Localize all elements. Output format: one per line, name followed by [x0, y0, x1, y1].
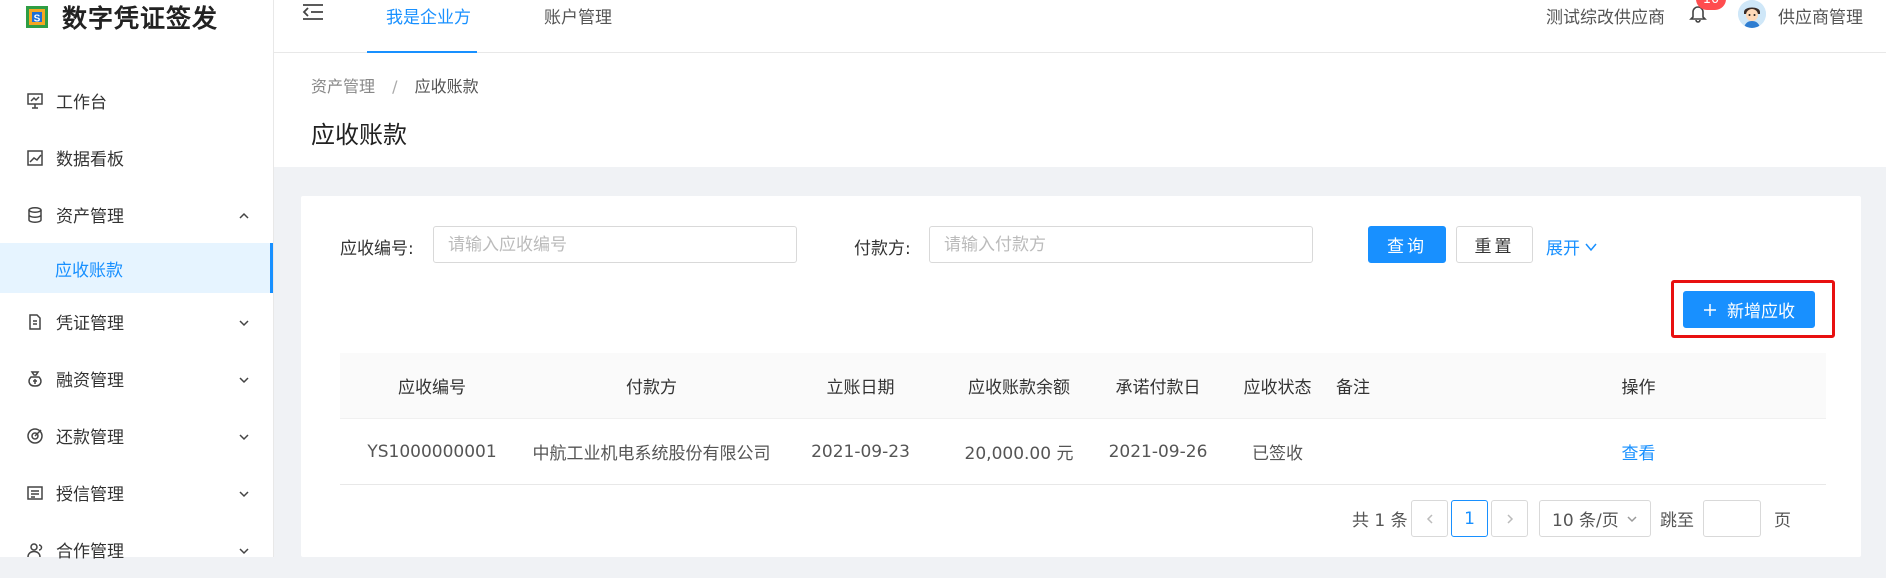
- cell-code: YS1000000001: [340, 418, 524, 485]
- page-suffix: 页: [1774, 511, 1791, 531]
- chevron-down-icon: [237, 543, 251, 557]
- sidebar-item-label: 数据看板: [56, 150, 124, 170]
- chevron-down-icon: [237, 486, 251, 500]
- page-1-button[interactable]: 1: [1451, 500, 1488, 537]
- sidebar-item-label: 融资管理: [56, 371, 124, 391]
- sidebar-item-workbench[interactable]: 工作台: [0, 72, 273, 129]
- receivables-table: 应收编号 付款方 立账日期 应收账款余额 承诺付款日 应收状态 备注 操作 YS…: [340, 353, 1826, 485]
- code-input[interactable]: [433, 226, 797, 263]
- jump-page-input[interactable]: [1703, 500, 1761, 537]
- money-bag-icon: [26, 370, 44, 388]
- content-card: 应收编号: 付款方: 查询 重置 展开 新增应收 应收编号 付款方 立账日期 应…: [301, 196, 1861, 557]
- sidebar-item-assets[interactable]: 资产管理: [0, 186, 273, 243]
- prev-page-button[interactable]: [1411, 500, 1448, 537]
- column-header: 操作: [1451, 353, 1826, 419]
- page-size-value: 10 条/页: [1552, 511, 1619, 531]
- column-header: 应收账款余额: [942, 353, 1096, 419]
- total-count: 共 1 条: [1352, 511, 1408, 531]
- expand-label: 展开: [1546, 239, 1580, 259]
- chevron-down-icon: [1627, 515, 1637, 522]
- target-icon: [26, 427, 44, 445]
- page-size-select[interactable]: 10 条/页: [1539, 500, 1651, 537]
- credit-icon: [26, 484, 44, 502]
- chevron-right-icon: [1506, 513, 1513, 524]
- cell-date: 2021-09-23: [779, 418, 942, 485]
- jump-label: 跳至: [1660, 511, 1694, 531]
- users-icon: [26, 541, 44, 559]
- sidebar-item-label: 还款管理: [56, 428, 124, 448]
- column-header: 备注: [1335, 353, 1451, 419]
- chevron-left-icon: [1426, 513, 1433, 524]
- chevron-down-icon: [237, 429, 251, 443]
- table-header-row: 应收编号 付款方 立账日期 应收账款余额 承诺付款日 应收状态 备注 操作: [340, 353, 1826, 419]
- database-icon: [26, 206, 44, 224]
- sidebar-item-credit[interactable]: 授信管理: [0, 464, 273, 521]
- cell-payer: 中航工业机电系统股份有限公司: [524, 418, 779, 485]
- view-link[interactable]: 查看: [1622, 444, 1656, 464]
- page-header: 资产管理 / 应收账款 应收账款: [274, 53, 1886, 167]
- sidebar-item-label: 凭证管理: [56, 314, 124, 334]
- sidebar-item-label: 工作台: [56, 93, 107, 113]
- document-icon: [26, 313, 44, 331]
- plus-icon: [1704, 303, 1716, 316]
- breadcrumb: 资产管理 / 应收账款: [311, 73, 479, 97]
- add-receivable-button[interactable]: 新增应收: [1683, 291, 1815, 328]
- tab-enterprise[interactable]: 我是企业方: [367, 0, 477, 53]
- breadcrumb-parent[interactable]: 资产管理: [311, 77, 375, 96]
- code-label: 应收编号:: [340, 239, 414, 259]
- sidebar-item-vouchers[interactable]: 凭证管理: [0, 293, 273, 350]
- column-header: 承诺付款日: [1096, 353, 1220, 419]
- cell-note: [1335, 418, 1451, 485]
- reset-button[interactable]: 重置: [1456, 226, 1533, 263]
- cell-action: 查看: [1451, 418, 1826, 485]
- chevron-down-icon: [237, 315, 251, 329]
- breadcrumb-separator: /: [392, 77, 398, 96]
- avatar[interactable]: [1738, 0, 1766, 28]
- cell-due: 2021-09-26: [1096, 418, 1220, 485]
- breadcrumb-current: 应收账款: [414, 77, 479, 96]
- monitor-icon: [26, 92, 44, 110]
- sidebar-item-label: 授信管理: [56, 485, 124, 505]
- sidebar-item-receivables[interactable]: 应收账款: [0, 243, 273, 293]
- app-title: 数字凭证签发: [62, 4, 219, 33]
- app-logo[interactable]: S 数字凭证签发: [26, 2, 219, 33]
- cell-status: 已签收: [1220, 418, 1335, 485]
- company-name[interactable]: 测试综改供应商: [1546, 3, 1665, 28]
- chevron-up-icon: [237, 208, 251, 222]
- sidebar-item-label: 应收账款: [55, 260, 123, 281]
- logo-icon: S: [26, 6, 48, 28]
- page-title: 应收账款: [311, 121, 407, 149]
- next-page-button[interactable]: [1491, 500, 1528, 537]
- payer-label: 付款方:: [854, 239, 911, 259]
- menu-fold-icon[interactable]: [302, 3, 324, 21]
- sidebar-item-cooperation[interactable]: 合作管理: [0, 521, 273, 578]
- chevron-down-icon: [237, 372, 251, 386]
- column-header: 付款方: [524, 353, 779, 419]
- tab-label: 我是企业方: [386, 8, 471, 28]
- column-header: 应收状态: [1220, 353, 1335, 419]
- search-button[interactable]: 查询: [1368, 226, 1446, 263]
- tab-account[interactable]: 账户管理: [544, 0, 634, 52]
- chevron-down-icon: [1585, 243, 1597, 251]
- svg-text:S: S: [34, 14, 41, 25]
- cell-balance: 20,000.00 元: [942, 418, 1096, 485]
- add-receivable-label: 新增应收: [1727, 302, 1795, 322]
- expand-link[interactable]: 展开: [1546, 234, 1598, 259]
- sidebar-item-repayment[interactable]: 还款管理: [0, 407, 273, 464]
- table-row: YS1000000001 中航工业机电系统股份有限公司 2021-09-23 2…: [340, 418, 1826, 485]
- sidebar-item-label: 资产管理: [56, 207, 124, 227]
- sidebar-item-dashboard[interactable]: 数据看板: [0, 129, 273, 186]
- sidebar-item-financing[interactable]: 融资管理: [0, 350, 273, 407]
- tab-label: 账户管理: [544, 8, 612, 28]
- chart-icon: [26, 149, 44, 167]
- sidebar-item-label: 合作管理: [56, 542, 124, 562]
- payer-input[interactable]: [929, 226, 1313, 263]
- sidebar: S 数字凭证签发 工作台 数据看板 资产管理 应收账款 凭证管理 融资管理 还款…: [0, 0, 274, 562]
- sidebar-menu: 工作台 数据看板 资产管理 应收账款 凭证管理 融资管理 还款管理 授信管理 合…: [0, 72, 273, 578]
- column-header: 应收编号: [340, 353, 524, 419]
- user-name[interactable]: 供应商管理: [1778, 3, 1863, 28]
- column-header: 立账日期: [779, 353, 942, 419]
